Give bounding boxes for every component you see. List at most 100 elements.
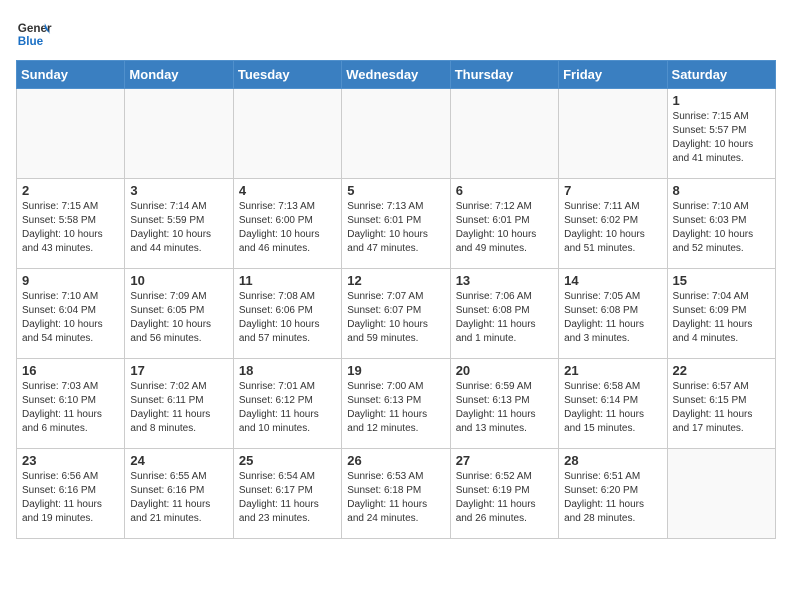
day-number: 28 bbox=[564, 453, 661, 468]
col-header-saturday: Saturday bbox=[667, 61, 775, 89]
calendar-cell: 12 Sunrise: 7:07 AM Sunset: 6:07 PM Dayli… bbox=[342, 269, 450, 359]
day-info: Sunrise: 7:15 AM Sunset: 5:57 PM Dayligh… bbox=[673, 110, 770, 166]
day-number: 1 bbox=[673, 93, 770, 108]
calendar-cell: 19 Sunrise: 7:00 AM Sunset: 6:13 PM Dayli… bbox=[342, 359, 450, 449]
day-info: Sunrise: 7:15 AM Sunset: 5:58 PM Dayligh… bbox=[22, 200, 119, 256]
day-info: Sunrise: 6:52 AM Sunset: 6:19 PM Dayligh… bbox=[456, 470, 553, 526]
day-number: 27 bbox=[456, 453, 553, 468]
week-row-3: 9 Sunrise: 7:10 AM Sunset: 6:04 PM Daylig… bbox=[17, 269, 776, 359]
col-header-monday: Monday bbox=[125, 61, 233, 89]
col-header-tuesday: Tuesday bbox=[233, 61, 341, 89]
calendar-cell: 22Sunrise: 6:57 AM Sunset: 6:15 PM Dayli… bbox=[667, 359, 775, 449]
day-number: 15 bbox=[673, 273, 770, 288]
day-number: 12 bbox=[347, 273, 444, 288]
day-info: Sunrise: 7:08 AM Sunset: 6:06 PM Dayligh… bbox=[239, 290, 336, 346]
day-info: Sunrise: 7:02 AM Sunset: 6:11 PM Dayligh… bbox=[130, 380, 227, 436]
day-number: 26 bbox=[347, 453, 444, 468]
day-number: 19 bbox=[347, 363, 444, 378]
day-number: 16 bbox=[22, 363, 119, 378]
day-number: 5 bbox=[347, 183, 444, 198]
calendar-cell: 25 Sunrise: 6:54 AM Sunset: 6:17 PM Dayli… bbox=[233, 449, 341, 539]
calendar-cell: 10 Sunrise: 7:09 AM Sunset: 6:05 PM Dayli… bbox=[125, 269, 233, 359]
calendar-cell bbox=[125, 89, 233, 179]
day-number: 4 bbox=[239, 183, 336, 198]
day-info: Sunrise: 6:58 AM Sunset: 6:14 PM Dayligh… bbox=[564, 380, 661, 436]
day-number: 20 bbox=[456, 363, 553, 378]
day-number: 17 bbox=[130, 363, 227, 378]
week-row-1: 1 Sunrise: 7:15 AM Sunset: 5:57 PM Daylig… bbox=[17, 89, 776, 179]
calendar-cell: 13 Sunrise: 7:06 AM Sunset: 6:08 PM Dayli… bbox=[450, 269, 558, 359]
calendar-cell: 26 Sunrise: 6:53 AM Sunset: 6:18 PM Dayli… bbox=[342, 449, 450, 539]
col-header-friday: Friday bbox=[559, 61, 667, 89]
day-number: 18 bbox=[239, 363, 336, 378]
day-info: Sunrise: 7:06 AM Sunset: 6:08 PM Dayligh… bbox=[456, 290, 553, 346]
day-info: Sunrise: 6:54 AM Sunset: 6:17 PM Dayligh… bbox=[239, 470, 336, 526]
calendar-cell: 7 Sunrise: 7:11 AM Sunset: 6:02 PM Daylig… bbox=[559, 179, 667, 269]
week-row-2: 2 Sunrise: 7:15 AM Sunset: 5:58 PM Daylig… bbox=[17, 179, 776, 269]
day-info: Sunrise: 7:14 AM Sunset: 5:59 PM Dayligh… bbox=[130, 200, 227, 256]
calendar-cell: 20Sunrise: 6:59 AM Sunset: 6:13 PM Dayli… bbox=[450, 359, 558, 449]
calendar-cell: 2 Sunrise: 7:15 AM Sunset: 5:58 PM Daylig… bbox=[17, 179, 125, 269]
week-row-4: 16 Sunrise: 7:03 AM Sunset: 6:10 PM Dayli… bbox=[17, 359, 776, 449]
day-info: Sunrise: 7:00 AM Sunset: 6:13 PM Dayligh… bbox=[347, 380, 444, 436]
col-header-sunday: Sunday bbox=[17, 61, 125, 89]
day-number: 21 bbox=[564, 363, 661, 378]
col-header-wednesday: Wednesday bbox=[342, 61, 450, 89]
day-info: Sunrise: 7:05 AM Sunset: 6:08 PM Dayligh… bbox=[564, 290, 661, 346]
calendar-cell: 24 Sunrise: 6:55 AM Sunset: 6:16 PM Dayli… bbox=[125, 449, 233, 539]
day-number: 6 bbox=[456, 183, 553, 198]
day-info: Sunrise: 7:03 AM Sunset: 6:10 PM Dayligh… bbox=[22, 380, 119, 436]
day-info: Sunrise: 6:57 AM Sunset: 6:15 PM Dayligh… bbox=[673, 380, 770, 436]
calendar-cell: 23 Sunrise: 6:56 AM Sunset: 6:16 PM Dayli… bbox=[17, 449, 125, 539]
calendar-cell: 16 Sunrise: 7:03 AM Sunset: 6:10 PM Dayli… bbox=[17, 359, 125, 449]
calendar-cell: 3 Sunrise: 7:14 AM Sunset: 5:59 PM Daylig… bbox=[125, 179, 233, 269]
day-number: 8 bbox=[673, 183, 770, 198]
day-info: Sunrise: 7:10 AM Sunset: 6:04 PM Dayligh… bbox=[22, 290, 119, 346]
col-header-thursday: Thursday bbox=[450, 61, 558, 89]
day-info: Sunrise: 7:04 AM Sunset: 6:09 PM Dayligh… bbox=[673, 290, 770, 346]
calendar-cell: 18 Sunrise: 7:01 AM Sunset: 6:12 PM Dayli… bbox=[233, 359, 341, 449]
calendar-cell bbox=[233, 89, 341, 179]
calendar-cell: 4 Sunrise: 7:13 AM Sunset: 6:00 PM Daylig… bbox=[233, 179, 341, 269]
day-number: 24 bbox=[130, 453, 227, 468]
day-info: Sunrise: 7:07 AM Sunset: 6:07 PM Dayligh… bbox=[347, 290, 444, 346]
calendar-cell: 1 Sunrise: 7:15 AM Sunset: 5:57 PM Daylig… bbox=[667, 89, 775, 179]
calendar-cell bbox=[559, 89, 667, 179]
calendar-cell: 5 Sunrise: 7:13 AM Sunset: 6:01 PM Daylig… bbox=[342, 179, 450, 269]
calendar-cell: 21 Sunrise: 6:58 AM Sunset: 6:14 PM Dayli… bbox=[559, 359, 667, 449]
calendar-header-row: SundayMondayTuesdayWednesdayThursdayFrid… bbox=[17, 61, 776, 89]
day-number: 7 bbox=[564, 183, 661, 198]
calendar-cell: 15 Sunrise: 7:04 AM Sunset: 6:09 PM Dayli… bbox=[667, 269, 775, 359]
day-info: Sunrise: 7:13 AM Sunset: 6:01 PM Dayligh… bbox=[347, 200, 444, 256]
day-info: Sunrise: 7:01 AM Sunset: 6:12 PM Dayligh… bbox=[239, 380, 336, 436]
day-info: Sunrise: 6:55 AM Sunset: 6:16 PM Dayligh… bbox=[130, 470, 227, 526]
logo-icon: General Blue bbox=[16, 16, 52, 52]
day-info: Sunrise: 7:12 AM Sunset: 6:01 PM Dayligh… bbox=[456, 200, 553, 256]
svg-text:Blue: Blue bbox=[18, 35, 44, 48]
day-info: Sunrise: 7:09 AM Sunset: 6:05 PM Dayligh… bbox=[130, 290, 227, 346]
day-number: 2 bbox=[22, 183, 119, 198]
day-number: 23 bbox=[22, 453, 119, 468]
calendar-cell bbox=[450, 89, 558, 179]
calendar-cell: 11 Sunrise: 7:08 AM Sunset: 6:06 PM Dayli… bbox=[233, 269, 341, 359]
day-info: Sunrise: 6:53 AM Sunset: 6:18 PM Dayligh… bbox=[347, 470, 444, 526]
day-info: Sunrise: 7:10 AM Sunset: 6:03 PM Dayligh… bbox=[673, 200, 770, 256]
day-number: 13 bbox=[456, 273, 553, 288]
day-info: Sunrise: 6:51 AM Sunset: 6:20 PM Dayligh… bbox=[564, 470, 661, 526]
day-info: Sunrise: 6:56 AM Sunset: 6:16 PM Dayligh… bbox=[22, 470, 119, 526]
calendar-cell: 14 Sunrise: 7:05 AM Sunset: 6:08 PM Dayli… bbox=[559, 269, 667, 359]
day-number: 9 bbox=[22, 273, 119, 288]
day-number: 25 bbox=[239, 453, 336, 468]
calendar-cell: 28 Sunrise: 6:51 AM Sunset: 6:20 PM Dayli… bbox=[559, 449, 667, 539]
day-info: Sunrise: 7:11 AM Sunset: 6:02 PM Dayligh… bbox=[564, 200, 661, 256]
day-number: 11 bbox=[239, 273, 336, 288]
page-header: General Blue bbox=[16, 16, 776, 52]
day-number: 10 bbox=[130, 273, 227, 288]
calendar-cell bbox=[17, 89, 125, 179]
logo: General Blue bbox=[16, 16, 52, 52]
day-number: 3 bbox=[130, 183, 227, 198]
day-number: 14 bbox=[564, 273, 661, 288]
day-info: Sunrise: 7:13 AM Sunset: 6:00 PM Dayligh… bbox=[239, 200, 336, 256]
calendar-cell: 17 Sunrise: 7:02 AM Sunset: 6:11 PM Dayli… bbox=[125, 359, 233, 449]
week-row-5: 23 Sunrise: 6:56 AM Sunset: 6:16 PM Dayli… bbox=[17, 449, 776, 539]
